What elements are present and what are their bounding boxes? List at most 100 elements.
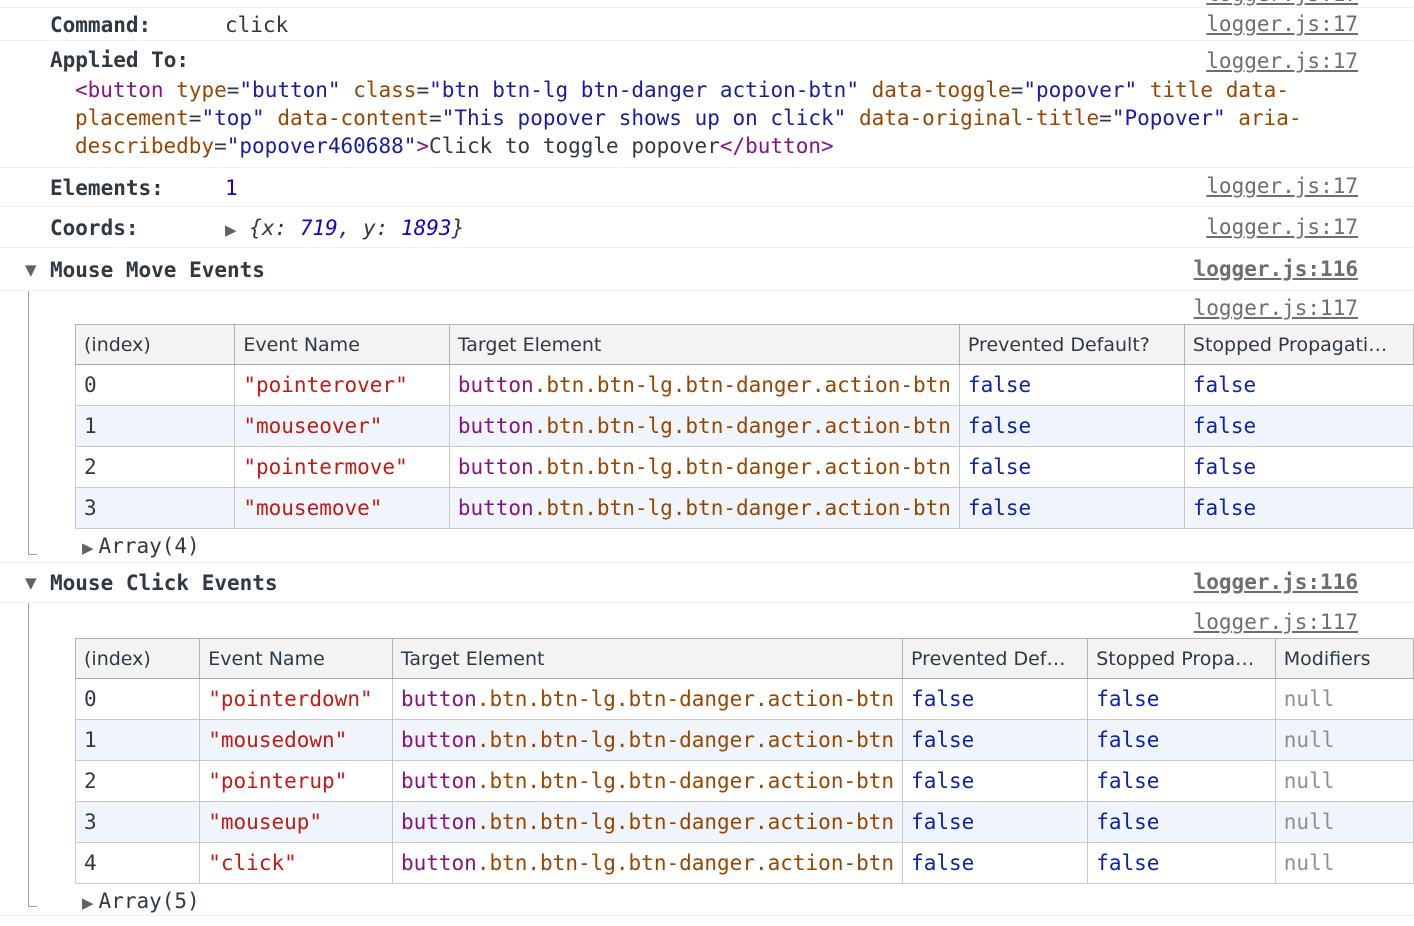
console-row-applied-to: Applied To: <button type="button" class=… [0, 41, 1414, 168]
selector-classes: .btn.btn-lg.btn-danger.action-btn [534, 373, 951, 397]
selector-tag: button [458, 496, 534, 520]
cell-event-name: "mouseup" [200, 802, 393, 843]
cell-event-name: "mousedown" [200, 720, 393, 761]
cell-modifiers: null [1275, 802, 1413, 843]
source-link[interactable]: logger.js:116 [1194, 570, 1358, 594]
cell-event-name: "pointerup" [200, 761, 393, 802]
code-token: type [176, 78, 227, 102]
cell-target-element: button.btn.btn-lg.btn-danger.action-btn [392, 843, 902, 884]
code-token: class [353, 78, 416, 102]
group-indent-guide [28, 291, 37, 555]
cell-stopped-propagation: false [1088, 802, 1276, 843]
selector-classes: .btn.btn-lg.btn-danger.action-btn [477, 687, 894, 711]
selector-tag: button [458, 414, 534, 438]
array-preview-row[interactable]: ▶ Array(4) [0, 533, 1414, 561]
table-column-header[interactable]: Modifiers [1275, 639, 1413, 679]
table-column-header[interactable]: Stopped Propagati… [1184, 325, 1413, 365]
code-token: = [1011, 78, 1024, 102]
selector-tag: button [401, 687, 477, 711]
html-code-line: <button type="button" class="btn btn-lg … [75, 76, 1414, 104]
table-column-header[interactable]: Prevented Default? [959, 325, 1184, 365]
expand-triangle-icon[interactable]: ▶ [225, 221, 237, 239]
source-link[interactable]: logger.js:17 [1206, 0, 1358, 6]
selector-classes: .btn.btn-lg.btn-danger.action-btn [477, 728, 894, 752]
source-link[interactable]: logger.js:17 [1206, 12, 1358, 36]
collapse-triangle-icon[interactable]: ▼ [25, 261, 37, 279]
array-preview-row[interactable]: ▶Array(5) [0, 888, 1414, 916]
code-token: "This popover shows up on click" [442, 106, 847, 130]
table-row: 2"pointerup"button.btn.btn-lg.btn-danger… [76, 761, 1414, 802]
cell-target-element: button.btn.btn-lg.btn-danger.action-btn [392, 679, 902, 720]
cell-index: 2 [76, 761, 200, 802]
coords-label: Coords: [50, 216, 225, 240]
table-column-header[interactable]: (index) [76, 325, 235, 365]
devtools-console: logger.js:17 Command:click logger.js:17 … [0, 0, 1414, 926]
code-token: "Popover" [1112, 106, 1226, 130]
cell-stopped-propagation: false [1184, 488, 1413, 529]
cell-stopped-propagation: false [1184, 365, 1413, 406]
mouse-move-events-table: (index)Event NameTarget ElementPrevented… [75, 324, 1414, 529]
table-column-header[interactable]: Prevented Def… [903, 639, 1088, 679]
group-body-mouse-click-events: logger.js:117 (index)Event NameTarget El… [0, 603, 1414, 916]
table-header-row: (index)Event NameTarget ElementPrevented… [76, 325, 1414, 365]
cell-event-name: "pointermove" [235, 447, 449, 488]
source-link[interactable]: logger.js:116 [1194, 257, 1358, 281]
expand-triangle-icon[interactable]: ▶ [82, 539, 94, 557]
selector-tag: button [401, 769, 477, 793]
expand-triangle-icon[interactable]: ▶ [82, 894, 94, 912]
table-row: 2"pointermove"button.btn.btn-lg.btn-dang… [76, 447, 1414, 488]
group-header-mouse-move-events[interactable]: ▼ Mouse Move Events logger.js:116 [0, 248, 1414, 291]
table-row: 3"mousemove"button.btn.btn-lg.btn-danger… [76, 488, 1414, 529]
table-column-header[interactable]: (index) [76, 639, 200, 679]
cell-modifiers: null [1275, 843, 1413, 884]
cell-index: 3 [76, 488, 235, 529]
code-token [265, 106, 278, 130]
cell-event-name: "pointerdown" [200, 679, 393, 720]
console-row-command: Command:click logger.js:17 [0, 8, 1414, 41]
code-token: data-original-title [859, 106, 1099, 130]
code-token: describedby [75, 134, 214, 158]
cell-event-name: "mouseover" [235, 406, 449, 447]
applied-to-html-element[interactable]: <button type="button" class="btn btn-lg … [0, 76, 1414, 160]
code-token: "btn btn-lg btn-danger action-btn" [429, 78, 859, 102]
cell-modifiers: null [1275, 679, 1413, 720]
code-token [1213, 78, 1226, 102]
group-header-mouse-click-events[interactable]: ▼ Mouse Click Events logger.js:116 [0, 563, 1414, 603]
cell-index: 1 [76, 720, 200, 761]
console-row-elements: Elements:1 logger.js:17 [0, 168, 1414, 207]
collapse-triangle-icon[interactable]: ▼ [25, 574, 37, 592]
table-column-header[interactable]: Target Element [392, 639, 902, 679]
code-token [846, 106, 859, 130]
code-token: = [416, 78, 429, 102]
table-row: 3"mouseup"button.btn.btn-lg.btn-danger.a… [76, 802, 1414, 843]
code-token: data- [1226, 78, 1289, 102]
source-link[interactable]: logger.js:17 [1206, 49, 1358, 73]
cell-target-element: button.btn.btn-lg.btn-danger.action-btn [392, 761, 902, 802]
table-column-header[interactable]: Event Name [200, 639, 393, 679]
cell-index: 2 [76, 447, 235, 488]
table-row: 1"mousedown"button.btn.btn-lg.btn-danger… [76, 720, 1414, 761]
code-token: : [275, 216, 300, 240]
elements-label: Elements: [50, 176, 225, 200]
code-token: x [262, 216, 275, 240]
code-token: } [452, 216, 465, 240]
source-link[interactable]: logger.js:117 [1194, 296, 1358, 320]
code-token: title [1150, 78, 1213, 102]
table-column-header[interactable]: Stopped Propa… [1088, 639, 1276, 679]
code-token [341, 78, 354, 102]
cell-modifiers: null [1275, 720, 1413, 761]
elements-count: 1 [225, 176, 238, 200]
code-token: = [429, 106, 442, 130]
code-token: = [1099, 106, 1112, 130]
source-link[interactable]: logger.js:17 [1206, 215, 1358, 239]
coords-object-preview[interactable]: {x: 719, y: 1893} [249, 216, 464, 240]
array-label: Array(4) [99, 534, 200, 558]
html-code-line: placement="top" data-content="This popov… [75, 104, 1414, 132]
source-link[interactable]: logger.js:117 [1194, 610, 1358, 634]
table-column-header[interactable]: Event Name [235, 325, 449, 365]
code-token: </button> [720, 134, 834, 158]
source-link[interactable]: logger.js:17 [1206, 174, 1358, 198]
table-column-header[interactable]: Target Element [449, 325, 959, 365]
table-row: 0"pointerdown"button.btn.btn-lg.btn-dang… [76, 679, 1414, 720]
group-title: Mouse Click Events [50, 571, 278, 595]
